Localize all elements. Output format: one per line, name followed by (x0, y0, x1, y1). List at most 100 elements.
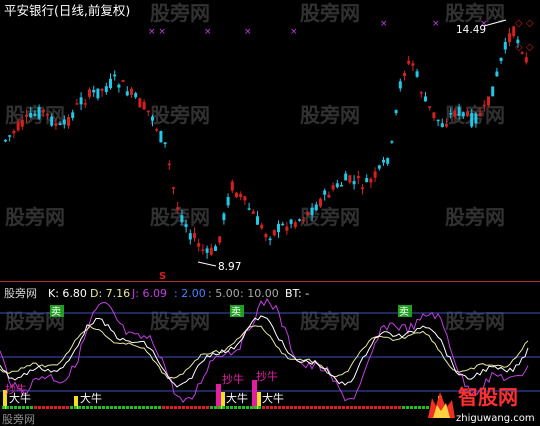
status-dot (66, 406, 69, 409)
cross-marker: × (432, 19, 440, 29)
candle (243, 195, 247, 205)
status-dot (82, 406, 85, 409)
candle (117, 83, 121, 93)
status-dot (106, 406, 109, 409)
high-price-label: 14.49 (456, 24, 486, 36)
status-dot (118, 406, 121, 409)
chart-frame[interactable]: 股旁网 股旁网 股旁网 股旁网 股旁网 股旁网 股旁网 股旁网 股旁网 股旁网 … (0, 0, 540, 426)
candle-body (398, 81, 402, 89)
candle (88, 87, 91, 99)
status-dot (186, 406, 189, 409)
candle (440, 118, 444, 128)
candle (163, 142, 167, 148)
status-dot (326, 406, 329, 409)
status-dot (42, 406, 45, 409)
status-dot (18, 406, 21, 409)
candle (256, 211, 259, 225)
status-dot (114, 406, 117, 409)
candle (134, 91, 138, 99)
status-dot (290, 406, 293, 409)
bull-label: 大牛 (80, 391, 102, 405)
status-dot (354, 406, 357, 409)
candle (92, 85, 96, 97)
status-dot (262, 406, 265, 409)
status-dot (394, 406, 397, 409)
candle-body (272, 229, 276, 236)
candle (172, 186, 175, 195)
candle-body (151, 116, 154, 121)
status-dot (126, 406, 129, 409)
candle-body (407, 60, 411, 64)
candle-body (256, 216, 259, 225)
status-dot (174, 406, 177, 409)
candle-body (432, 112, 436, 119)
candle (79, 92, 83, 111)
candle-body (184, 224, 188, 228)
candle-body (209, 247, 213, 255)
status-dot (6, 406, 9, 409)
candle-body (457, 107, 461, 116)
candle (8, 134, 12, 142)
price-panel[interactable]: 平安银行(日线,前复权) × × × × × × × × ◇ ◇ ◇ ◇ 14.… (4, 3, 534, 282)
candle-body (100, 88, 104, 91)
candle (415, 68, 419, 79)
candle-body (260, 224, 264, 229)
candle-body (340, 184, 343, 187)
candle-body (478, 112, 482, 117)
candle-body (524, 57, 528, 63)
status-dot (238, 406, 241, 409)
candle-body (344, 173, 348, 181)
candle-body (4, 139, 7, 142)
status-dot (350, 406, 353, 409)
candle (495, 67, 499, 77)
candle-body (289, 219, 293, 224)
cross-marker: × (290, 27, 298, 37)
candle (348, 174, 352, 185)
candle (235, 192, 238, 199)
candle-body (487, 96, 490, 106)
status-dot (142, 406, 145, 409)
candle (403, 70, 406, 81)
candle-body (377, 165, 381, 169)
candle (369, 176, 373, 189)
candle (226, 193, 230, 208)
candle-body (352, 180, 356, 185)
status-dot (266, 406, 269, 409)
status-dot (222, 406, 225, 409)
candle-body (239, 193, 243, 198)
buy-bar (216, 384, 221, 409)
status-dot (226, 406, 229, 409)
status-dot (250, 406, 253, 409)
status-dot-strip (2, 406, 429, 409)
status-dot (258, 406, 261, 409)
candle-body (424, 96, 427, 102)
status-dot (138, 406, 141, 409)
candle (109, 73, 112, 90)
status-dot (78, 406, 81, 409)
candle-body (419, 92, 423, 94)
candle (281, 221, 285, 226)
candle-body (323, 190, 327, 195)
candle (428, 106, 432, 111)
status-dot (426, 406, 429, 409)
status-dot (334, 406, 337, 409)
candle (222, 212, 226, 225)
status-dot (202, 406, 205, 409)
candle (293, 220, 297, 230)
candle-body (482, 104, 486, 107)
candle-body (411, 63, 415, 66)
status-dot (154, 406, 157, 409)
status-dot (110, 406, 113, 409)
candle-body (474, 113, 478, 124)
status-dot (358, 406, 361, 409)
bt-value: BT: - (285, 287, 309, 300)
param-three: : 10.00 (240, 287, 279, 300)
candle-body (193, 233, 196, 239)
candle-body (390, 141, 394, 143)
candle (12, 129, 16, 139)
candle (251, 208, 255, 215)
candle-body (222, 213, 226, 221)
candle (499, 57, 503, 64)
candle (113, 70, 117, 81)
candle (205, 245, 209, 259)
